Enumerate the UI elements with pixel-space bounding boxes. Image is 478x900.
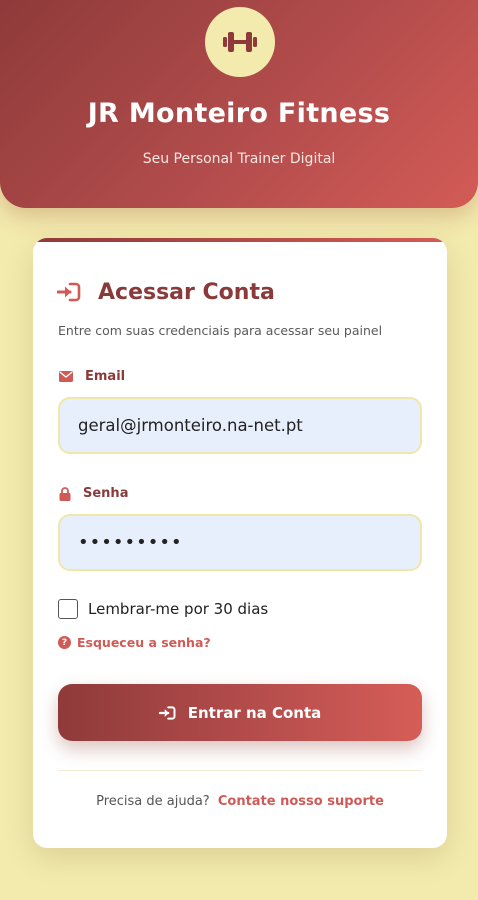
remember-me-label[interactable]: Lembrar-me por 30 dias — [88, 600, 268, 618]
divider — [58, 770, 422, 771]
question-circle-icon: ? — [58, 636, 71, 649]
help-text: Precisa de ajuda? — [96, 794, 210, 809]
card-title: Acessar Conta — [98, 279, 275, 305]
dumbbell-icon — [223, 32, 257, 52]
contact-support-link[interactable]: Contate nosso suporte — [218, 794, 384, 809]
password-label: Senha — [59, 486, 128, 501]
remember-me-row: Lembrar-me por 30 dias — [58, 599, 268, 619]
forgot-password-link[interactable]: ? Esqueceu a senha? — [58, 635, 211, 650]
login-card: Acessar Conta Entre com suas credenciais… — [33, 238, 447, 848]
sign-in-icon — [158, 705, 176, 720]
email-input[interactable] — [58, 397, 422, 454]
brand-title: JR Monteiro Fitness — [87, 98, 391, 129]
remember-me-checkbox[interactable] — [58, 599, 78, 619]
header-banner: JR Monteiro Fitness Seu Personal Trainer… — [0, 0, 478, 208]
login-submit-button[interactable]: Entrar na Conta — [58, 684, 422, 741]
password-input[interactable] — [58, 514, 422, 571]
lock-icon — [59, 486, 71, 501]
email-label: Email — [59, 369, 125, 384]
card-header: Acessar Conta — [57, 278, 275, 306]
login-submit-label: Entrar na Conta — [187, 703, 322, 722]
envelope-icon — [59, 371, 73, 382]
card-accent-bar — [33, 238, 447, 242]
sign-in-icon — [57, 282, 81, 302]
card-subtitle: Entre com suas credenciais para acessar … — [58, 323, 383, 338]
brand-tagline: Seu Personal Trainer Digital — [142, 151, 336, 167]
logo — [205, 7, 275, 77]
help-footer: Precisa de ajuda? Contate nosso suporte — [33, 794, 447, 809]
